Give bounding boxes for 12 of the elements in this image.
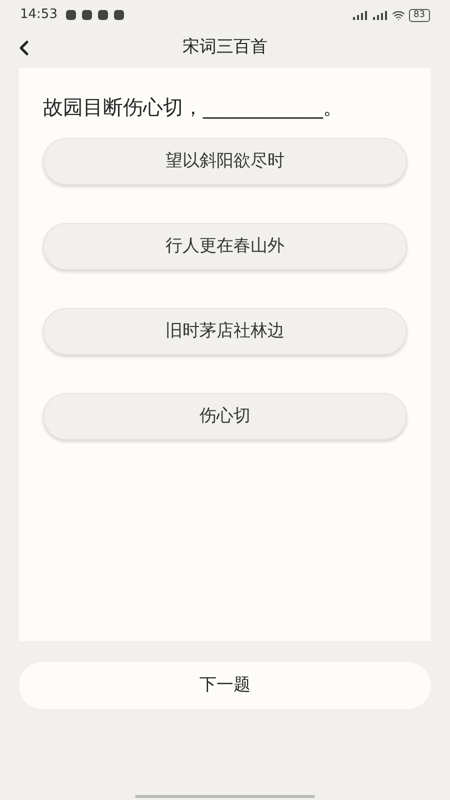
signal-icon bbox=[352, 10, 368, 20]
page-title: 宋词三百首 bbox=[182, 36, 268, 60]
wifi-icon bbox=[392, 8, 405, 22]
signal-icon bbox=[372, 10, 388, 20]
answer-option[interactable]: 行人更在春山外 bbox=[43, 223, 407, 270]
next-question-button[interactable]: 下一题 bbox=[19, 662, 431, 709]
answer-option[interactable]: 望以斜阳欲尽时 bbox=[43, 138, 407, 185]
question-text: 故园目断伤心切，____________。 bbox=[43, 94, 344, 121]
status-time: 14:53 bbox=[20, 6, 58, 24]
answer-option[interactable]: 旧时茅店社林边 bbox=[43, 308, 407, 355]
answer-option[interactable]: 伤心切 bbox=[43, 393, 407, 440]
battery-indicator: 83 bbox=[408, 8, 430, 22]
